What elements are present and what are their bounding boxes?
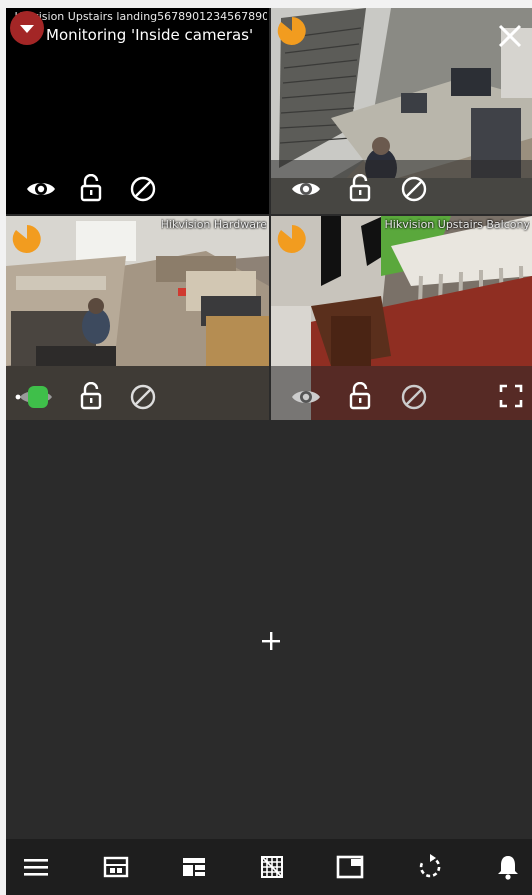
close-button[interactable] — [496, 22, 524, 50]
eye-icon[interactable] — [26, 178, 56, 200]
layout-icon — [103, 856, 129, 878]
fullscreen-icon[interactable] — [499, 384, 523, 408]
recording-status-icon — [277, 224, 307, 254]
add-camera-button[interactable] — [260, 630, 282, 652]
motion-eye-icon[interactable] — [14, 384, 54, 410]
layout-alt-icon — [183, 858, 205, 876]
plus-icon — [262, 632, 280, 650]
close-icon — [498, 24, 522, 48]
bottom-toolbar — [6, 839, 532, 895]
block-icon[interactable] — [130, 384, 156, 410]
refresh-button[interactable] — [416, 853, 444, 881]
block-icon[interactable] — [130, 176, 156, 202]
camera-tile-3[interactable]: Hikvision Hardware — [6, 216, 269, 420]
bell-icon — [498, 856, 518, 880]
unlock-icon[interactable] — [80, 382, 102, 410]
refresh-icon — [419, 854, 441, 878]
camera-name: Hikvision Upstairs Balcony — [384, 218, 530, 231]
unlock-icon[interactable] — [349, 382, 371, 410]
camera-tile-4[interactable]: Hikvision Upstairs Balcony — [271, 216, 532, 420]
camera-grid: Hikvision Upstairs landing56789012345678… — [6, 8, 532, 420]
monitor-app: Hikvision Upstairs landing56789012345678… — [6, 8, 532, 895]
grid-icon — [261, 856, 283, 878]
picture-in-picture-icon — [336, 855, 364, 879]
eye-icon[interactable] — [291, 178, 321, 200]
monitor-header: Monitoring 'Inside cameras' — [6, 8, 532, 62]
picture-in-picture-button[interactable] — [336, 853, 364, 881]
block-icon[interactable] — [401, 176, 427, 202]
monitor-title: Monitoring 'Inside cameras' — [46, 26, 254, 44]
add-view-area[interactable] — [6, 420, 532, 838]
recording-status-icon — [12, 224, 42, 254]
grid-button[interactable] — [258, 853, 286, 881]
layout-button[interactable] — [102, 853, 130, 881]
notifications-button[interactable] — [494, 853, 522, 881]
caret-down-icon — [20, 25, 34, 33]
camera-name: Hikvision Hardware — [160, 218, 267, 231]
unlock-icon[interactable] — [80, 174, 102, 202]
menu-icon — [24, 859, 48, 876]
menu-button[interactable] — [22, 853, 50, 881]
eye-icon[interactable] — [291, 386, 321, 408]
layout-alt-button[interactable] — [180, 853, 208, 881]
unlock-icon[interactable] — [349, 174, 371, 202]
collapse-button[interactable] — [10, 11, 44, 45]
block-icon[interactable] — [401, 384, 427, 410]
